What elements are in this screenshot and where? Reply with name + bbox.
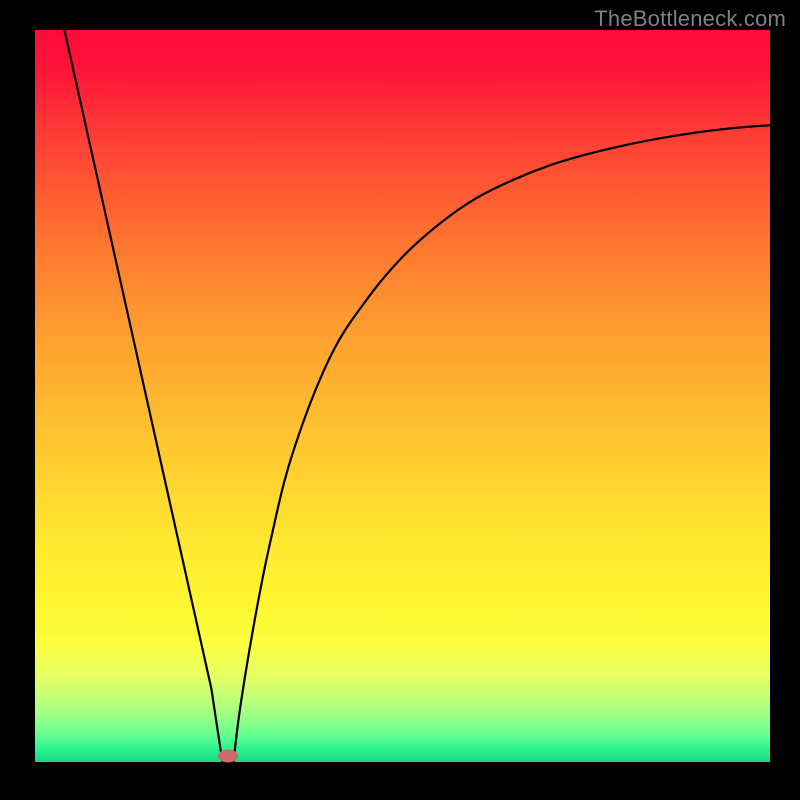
- watermark-text: TheBottleneck.com: [594, 6, 786, 32]
- curve-left-branch: [64, 30, 222, 762]
- plot-area: [35, 30, 770, 762]
- chart-frame: TheBottleneck.com: [0, 0, 800, 800]
- curve-minimum-marker: [218, 750, 238, 763]
- curve-right-branch: [233, 125, 770, 762]
- bottleneck-curve: [35, 30, 770, 762]
